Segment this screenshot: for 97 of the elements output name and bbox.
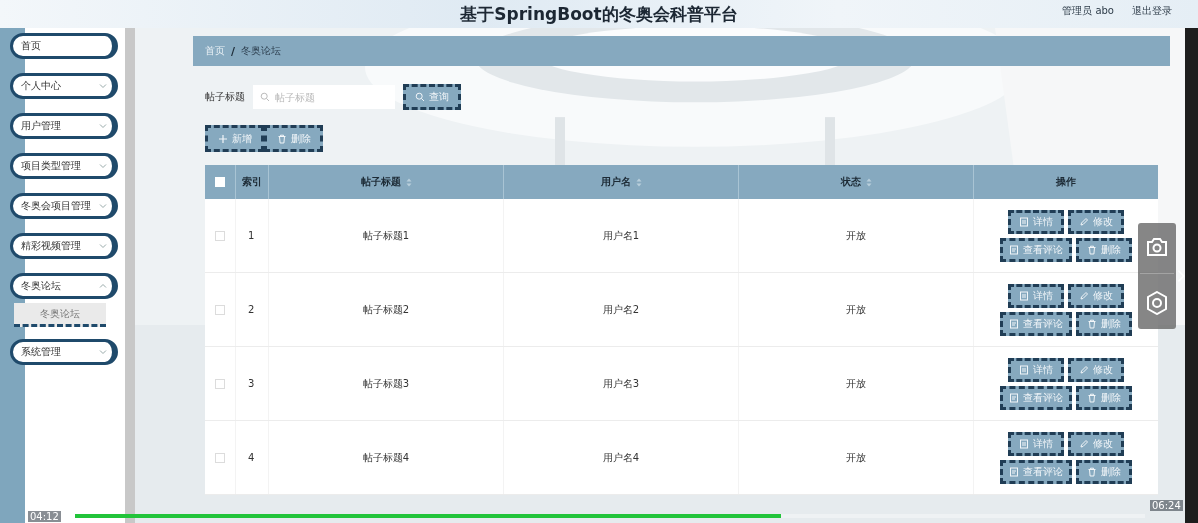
logout-link[interactable]: 退出登录: [1132, 4, 1172, 18]
detail-button[interactable]: 详情: [1008, 283, 1064, 308]
camera-icon[interactable]: [1146, 237, 1168, 258]
comments-button[interactable]: 查看评论: [1000, 237, 1072, 262]
detail-button[interactable]: 详情: [1008, 357, 1064, 382]
table-cell: 用户名1: [602, 228, 640, 243]
column-label: 索引: [242, 175, 262, 189]
table-cell: 3: [248, 378, 255, 389]
table-cell: 用户名4: [602, 450, 640, 465]
menu-item[interactable]: 系统管理: [10, 339, 118, 365]
document-icon: [1019, 364, 1029, 375]
trash-icon: [276, 133, 287, 144]
trash-icon: [1087, 244, 1097, 255]
pencil-icon: [1079, 438, 1089, 449]
menu-item[interactable]: 冬奥会项目管理: [10, 193, 118, 219]
sort-icon: [405, 177, 412, 187]
comments-button[interactable]: 查看评论: [1000, 311, 1072, 336]
menu-item[interactable]: 项目类型管理: [10, 153, 118, 179]
breadcrumb-link[interactable]: 首页: [205, 44, 225, 58]
document-icon: [1009, 318, 1019, 329]
delete-button[interactable]: 删除: [1076, 385, 1132, 410]
menu-item[interactable]: 首页: [10, 33, 118, 59]
document-icon: [1019, 290, 1029, 301]
table-cell: 2: [248, 304, 255, 315]
edit-button[interactable]: 修改: [1068, 209, 1124, 234]
menu-label: 系统管理: [21, 345, 61, 359]
document-icon: [1019, 216, 1029, 227]
comments-button[interactable]: 查看评论: [1000, 385, 1072, 410]
trash-icon: [1087, 318, 1097, 329]
delete-button[interactable]: 删除: [1076, 237, 1132, 262]
menu-item[interactable]: 用户管理: [10, 113, 118, 139]
document-icon: [1009, 466, 1019, 477]
menu-item[interactable]: 冬奥论坛: [10, 273, 118, 299]
menu-label: 冬奥会项目管理: [21, 199, 91, 213]
edit-button[interactable]: 修改: [1068, 283, 1124, 308]
add-button[interactable]: 新增: [205, 125, 264, 152]
sort-icon: [865, 177, 872, 187]
detail-button[interactable]: 详情: [1008, 209, 1064, 234]
table-cell: 帖子标题3: [362, 376, 410, 391]
edit-button[interactable]: 修改: [1068, 357, 1124, 382]
menu-item[interactable]: 个人中心: [10, 73, 118, 99]
breadcrumb-link[interactable]: 冬奥论坛: [241, 44, 282, 58]
elapsed-time: 04:12: [28, 511, 61, 522]
breadcrumb-separator: /: [231, 44, 236, 58]
table-cell: 开放: [846, 450, 866, 465]
search-icon: [415, 92, 425, 102]
checkbox[interactable]: [215, 378, 225, 389]
table-cell: 开放: [846, 376, 866, 391]
search-button[interactable]: 查询: [403, 84, 461, 110]
checkbox[interactable]: [215, 304, 225, 315]
table-cell: 帖子标题1: [362, 228, 410, 243]
detail-button[interactable]: 详情: [1008, 431, 1064, 456]
delete-button[interactable]: 删除: [1076, 311, 1132, 336]
sort-icon: [635, 177, 642, 187]
user-name: 管理员 abo: [1062, 4, 1114, 18]
delete-button[interactable]: 删除: [264, 125, 323, 152]
column-label: 操作: [1056, 175, 1076, 189]
pencil-icon: [1079, 364, 1089, 375]
progress-track[interactable]: [75, 514, 1145, 518]
settings-icon[interactable]: [1146, 290, 1168, 315]
column-label: 用户名: [600, 175, 631, 189]
menu-item[interactable]: 精彩视频管理: [10, 233, 118, 259]
table-cell: 1: [248, 230, 255, 241]
table-cell: 用户名2: [602, 302, 640, 317]
document-icon: [1019, 438, 1029, 449]
table-cell: 开放: [846, 228, 866, 243]
table-cell: 开放: [846, 302, 866, 317]
column-label: 帖子标题: [360, 175, 401, 189]
document-icon: [1009, 244, 1019, 255]
menu-label: 首页: [21, 39, 41, 53]
checkbox[interactable]: [215, 452, 225, 463]
menu-label: 项目类型管理: [21, 159, 81, 173]
column-label: 状态: [840, 175, 861, 189]
site-title: 基于SpringBoot的冬奥会科普平台: [460, 2, 738, 26]
table-cell: 4: [248, 452, 255, 463]
menu-label: 个人中心: [21, 79, 61, 93]
search-field[interactable]: 帖子标题: [253, 85, 395, 109]
comments-button[interactable]: 查看评论: [1000, 459, 1072, 484]
duration-time: 06:24: [1150, 500, 1183, 511]
table-cell: 帖子标题4: [362, 450, 410, 465]
edit-button[interactable]: 修改: [1068, 431, 1124, 456]
table-cell: 帖子标题2: [362, 302, 410, 317]
pencil-icon: [1079, 290, 1089, 301]
delete-button[interactable]: 删除: [1076, 459, 1132, 484]
pencil-icon: [1079, 216, 1089, 227]
plus-icon: [217, 133, 228, 144]
menu-label: 精彩视频管理: [21, 239, 81, 253]
checkbox[interactable]: [215, 230, 225, 241]
document-icon: [1009, 392, 1019, 403]
table-cell: 用户名3: [602, 376, 640, 391]
search-label: 帖子标题: [205, 90, 245, 104]
menu-label: 冬奥论坛: [21, 279, 61, 293]
submenu-item[interactable]: 冬奥论坛: [14, 303, 106, 327]
search-icon: [260, 92, 270, 102]
trash-icon: [1087, 466, 1097, 477]
menu-label: 用户管理: [21, 119, 61, 133]
trash-icon: [1087, 392, 1097, 403]
